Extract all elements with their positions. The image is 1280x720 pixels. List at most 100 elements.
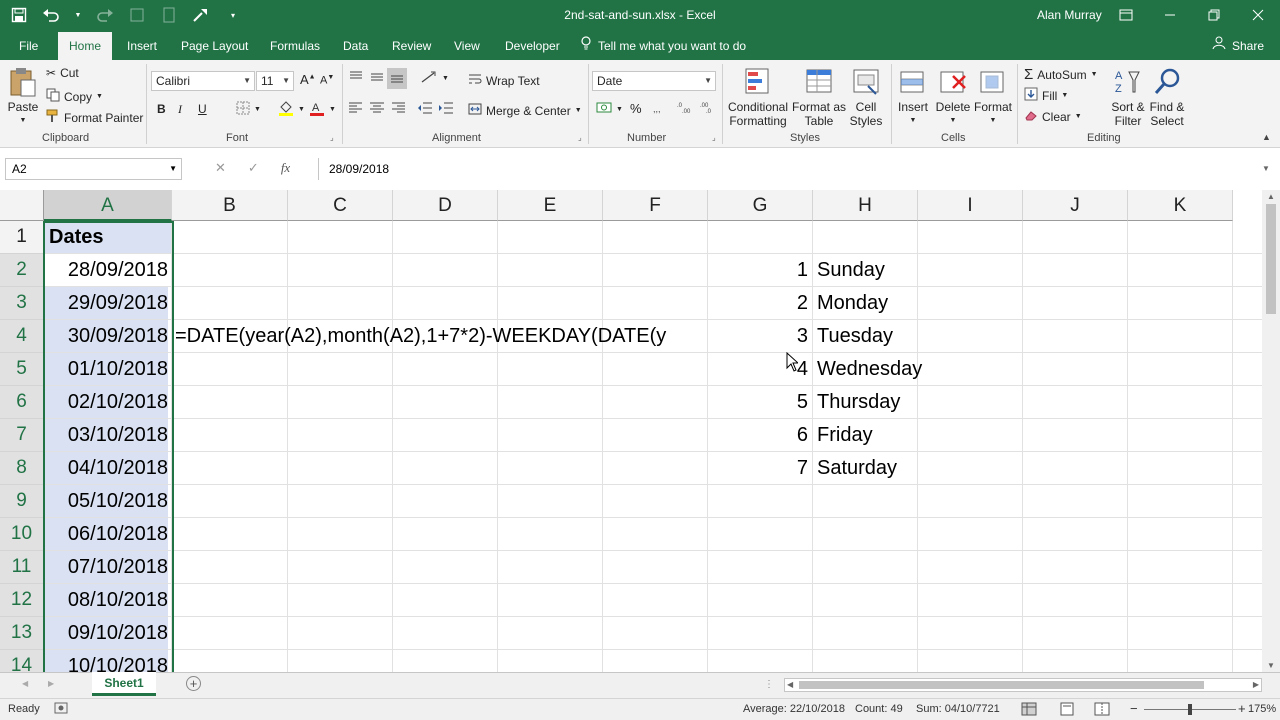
tab-data[interactable]: Data	[332, 32, 379, 60]
scroll-right-icon[interactable]: ▶	[1253, 680, 1259, 689]
row-header-12[interactable]: 12	[0, 584, 44, 617]
scroll-down-icon[interactable]: ▼	[1267, 661, 1275, 670]
sort-filter-button[interactable]: AZ Sort & Filter	[1108, 66, 1148, 128]
clear-button[interactable]: Clear ▼	[1024, 109, 1082, 124]
format-painter-button[interactable]: Format Painter	[46, 109, 143, 126]
zoom-out-button[interactable]: −	[1130, 701, 1138, 716]
row-header-11[interactable]: 11	[0, 551, 44, 584]
row-header-9[interactable]: 9	[0, 485, 44, 518]
column-header-g[interactable]: G	[708, 190, 813, 221]
macro-record-icon[interactable]	[54, 702, 68, 717]
column-header-c[interactable]: C	[288, 190, 393, 221]
align-left-button[interactable]	[348, 102, 364, 117]
middle-align-button[interactable]	[369, 70, 385, 87]
cell-h4[interactable]: Tuesday	[817, 320, 893, 352]
row-header-7[interactable]: 7	[0, 419, 44, 452]
cell-h6[interactable]: Thursday	[817, 386, 900, 418]
insert-cells-button[interactable]: Insert ▼	[896, 66, 930, 128]
tab-formulas[interactable]: Formulas	[259, 32, 331, 60]
row-header-13[interactable]: 13	[0, 617, 44, 650]
cell-g7[interactable]: 6	[708, 419, 808, 451]
align-center-button[interactable]	[369, 102, 385, 117]
cell-g4[interactable]: 3	[708, 320, 808, 352]
paste-button[interactable]: Paste ▼	[6, 66, 40, 128]
zoom-in-button[interactable]: +	[1238, 701, 1246, 716]
bottom-align-button[interactable]	[387, 68, 407, 89]
select-all-corner[interactable]	[0, 190, 44, 221]
column-header-f[interactable]: F	[603, 190, 708, 221]
cell-styles-button[interactable]: Cell Styles	[846, 66, 886, 128]
tab-split-handle-icon[interactable]: ⋮	[764, 679, 774, 690]
user-name[interactable]: Alan Murray	[1037, 8, 1102, 22]
cell-h2[interactable]: Sunday	[817, 254, 885, 286]
align-right-button[interactable]	[390, 102, 406, 117]
row-header-14[interactable]: 14	[0, 650, 44, 672]
tab-view[interactable]: View	[443, 32, 491, 60]
sheet-tab-sheet1[interactable]: Sheet1	[92, 672, 156, 696]
increase-font-size-button[interactable]: A▲	[300, 72, 316, 87]
wrap-text-button[interactable]: Wrap Text	[468, 72, 540, 89]
next-sheet-icon[interactable]: ▶	[48, 679, 54, 688]
tab-review[interactable]: Review	[381, 32, 442, 60]
name-box[interactable]: A2 ▼	[5, 158, 182, 180]
increase-decimal-button[interactable]: .0.00	[677, 102, 695, 117]
page-break-view-icon[interactable]	[1094, 702, 1110, 719]
horizontal-scroll-thumb[interactable]	[799, 681, 1204, 689]
prev-sheet-icon[interactable]: ◀	[22, 679, 28, 688]
row-header-4[interactable]: 4	[0, 320, 44, 353]
cell-h7[interactable]: Friday	[817, 419, 873, 451]
cut-button[interactable]: ✂ Cut	[46, 66, 79, 80]
minimize-icon[interactable]	[1148, 0, 1192, 30]
percent-style-button[interactable]: %	[630, 101, 642, 116]
tab-page-layout[interactable]: Page Layout	[170, 32, 259, 60]
row-header-10[interactable]: 10	[0, 518, 44, 551]
column-header-i[interactable]: I	[918, 190, 1023, 221]
bold-button[interactable]: B	[157, 102, 166, 116]
font-dialog-launcher[interactable]: ⌟	[330, 133, 334, 142]
row-header-5[interactable]: 5	[0, 353, 44, 386]
cancel-icon[interactable]: ✕	[215, 160, 226, 176]
orientation-button[interactable]: ▼	[420, 70, 449, 87]
scroll-left-icon[interactable]: ◀	[787, 680, 793, 689]
collapse-ribbon-icon[interactable]: ▲	[1262, 132, 1271, 142]
number-dialog-launcher[interactable]: ⌟	[712, 133, 716, 142]
new-sheet-icon[interactable]: +	[186, 676, 201, 691]
autosum-button[interactable]: Σ AutoSum ▼	[1024, 66, 1098, 83]
cell-g6[interactable]: 5	[708, 386, 808, 418]
decrease-indent-button[interactable]	[417, 102, 433, 117]
copy-button[interactable]: Copy ▼	[46, 88, 103, 105]
column-header-h[interactable]: H	[813, 190, 918, 221]
conditional-formatting-button[interactable]: Conditional Formatting	[726, 66, 790, 128]
increase-indent-button[interactable]	[438, 102, 454, 117]
insert-function-icon[interactable]: fx	[281, 160, 290, 176]
tab-home[interactable]: Home	[58, 32, 113, 60]
close-icon[interactable]	[1236, 0, 1280, 30]
font-size-combo[interactable]: 11 ▼	[256, 71, 294, 91]
vertical-scrollbar[interactable]: ▲ ▼	[1262, 190, 1280, 672]
restore-icon[interactable]	[1192, 0, 1236, 30]
accounting-format-button[interactable]: ▼	[596, 101, 623, 118]
fill-button[interactable]: Fill ▼	[1024, 87, 1068, 104]
delete-cells-button[interactable]: Delete ▼	[934, 66, 972, 128]
share-button[interactable]: Share	[1212, 32, 1264, 60]
decrease-font-size-button[interactable]: A▼	[320, 74, 334, 87]
cell-b4[interactable]: =DATE(year(A2),month(A2),1+7*2)-WEEKDAY(…	[175, 320, 705, 352]
zoom-level[interactable]: 175%	[1248, 703, 1276, 715]
row-header-8[interactable]: 8	[0, 452, 44, 485]
format-cells-button[interactable]: Format ▼	[973, 66, 1013, 128]
number-format-combo[interactable]: Date ▼	[592, 71, 716, 91]
page-layout-view-icon[interactable]	[1059, 702, 1075, 719]
cell-g2[interactable]: 1	[708, 254, 808, 286]
comma-style-button[interactable]: ,,,	[653, 104, 665, 116]
find-select-button[interactable]: Find & Select	[1146, 66, 1188, 128]
normal-view-icon[interactable]	[1021, 702, 1037, 719]
row-header-1[interactable]: 1	[0, 221, 44, 254]
scroll-up-icon[interactable]: ▲	[1267, 192, 1275, 201]
tab-developer[interactable]: Developer	[494, 32, 571, 60]
tab-file[interactable]: File	[8, 32, 49, 60]
cell-g3[interactable]: 2	[708, 287, 808, 319]
tab-insert[interactable]: Insert	[116, 32, 168, 60]
cell-h8[interactable]: Saturday	[817, 452, 897, 484]
font-name-combo[interactable]: Calibri ▼	[151, 71, 255, 91]
column-header-k[interactable]: K	[1128, 190, 1233, 221]
